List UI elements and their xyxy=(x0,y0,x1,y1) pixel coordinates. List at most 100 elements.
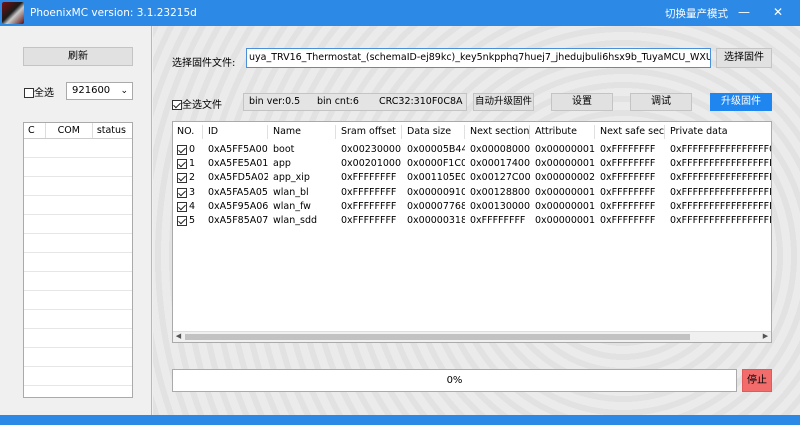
chevron-down-icon: ⌄ xyxy=(120,86,128,96)
select-all-files-checkbox[interactable] xyxy=(172,100,182,110)
select-all-files-label: 全选文件 xyxy=(182,100,222,111)
cell-no: 0 xyxy=(189,144,196,155)
cell-priv: 0xFFFFFFFFFFFFFFFFFFFF xyxy=(670,172,771,184)
firmware-section-table[interactable]: NO. ID Name Sram offset Data size Next s… xyxy=(172,121,772,343)
cell-safe: 0xFFFFFFFF xyxy=(600,186,656,198)
cell-no: 1 xyxy=(189,158,196,170)
cell-no: 4 xyxy=(189,200,196,212)
cell-safe: 0xFFFFFFFF xyxy=(600,144,656,155)
com-port-list[interactable]: C COM status xyxy=(23,122,133,398)
cell-safe: 0xFFFFFFFF xyxy=(600,172,656,184)
select-all-devices-checkbox[interactable] xyxy=(24,88,34,98)
select-firmware-button[interactable]: 选择固件 xyxy=(716,48,772,68)
col-attribute: Attribute xyxy=(530,125,595,139)
table-row[interactable]: 3 0xA5FA5A05 wlan_bl 0xFFFFFFFF 0x00000910 0x… xyxy=(173,186,771,200)
title-bar: PhoenixMC version: 3.1.23215d 切换量产模式 — ✕ xyxy=(0,0,800,26)
auto-upgrade-button[interactable]: 自动升级固件 xyxy=(473,93,534,111)
cell-priv: 0xFFFFFFFFFFFFFFFFFFFF xyxy=(670,215,771,226)
com-col-c: C xyxy=(24,123,46,138)
col-next-safe-sec: Next safe sec xyxy=(595,125,665,139)
window-title: PhoenixMC version: 3.1.23215d xyxy=(30,7,197,19)
col-sram-offset: Sram offset xyxy=(336,125,402,139)
com-list-grid xyxy=(24,139,132,397)
cell-id: 0xA5FA5A05 xyxy=(208,186,268,198)
settings-button[interactable]: 设置 xyxy=(551,93,613,111)
cell-id: 0xA5F95A06 xyxy=(208,200,268,212)
col-data-size: Data size xyxy=(402,125,465,139)
bin-crc: CRC32:310F0C8A xyxy=(379,96,463,107)
table-header: NO. ID Name Sram offset Data size Next s… xyxy=(173,125,771,139)
cell-next: 0x00130000 xyxy=(470,200,530,212)
com-col-com: COM xyxy=(46,123,93,138)
table-row[interactable]: 1 0xA5FE5A01 app 0x00201000 0x0000F1C0 0x0001… xyxy=(173,157,771,171)
cell-attr: 0x00000001 xyxy=(535,186,595,198)
minimize-icon[interactable]: — xyxy=(735,4,753,20)
select-all-devices-label: 全选 xyxy=(34,88,54,99)
scroll-left-icon[interactable]: ◀ xyxy=(173,331,184,342)
upgrade-progress-bar: 0% xyxy=(172,369,737,392)
close-icon[interactable]: ✕ xyxy=(769,4,787,20)
cell-sram: 0xFFFFFFFF xyxy=(341,172,397,184)
cell-name: wlan_fw xyxy=(273,200,311,212)
cell-size: 0x0000F1C0 xyxy=(407,158,465,170)
cell-safe: 0xFFFFFFFF xyxy=(600,200,656,212)
bin-count: bin cnt:6 xyxy=(317,96,359,107)
com-col-status: status xyxy=(96,125,127,136)
cell-size: 0x00000910 xyxy=(407,186,465,198)
cell-id: 0xA5F85A07 xyxy=(208,215,268,226)
cell-size: 0x001105E0 xyxy=(407,172,465,184)
cell-name: wlan_sdd xyxy=(273,215,318,226)
col-no: NO. xyxy=(173,125,203,139)
app-logo-icon xyxy=(2,2,24,24)
cell-next: 0x00128800 xyxy=(470,186,530,198)
cell-no: 3 xyxy=(189,186,196,198)
cell-attr: 0x00000001 xyxy=(535,215,595,226)
cell-attr: 0x00000001 xyxy=(535,158,595,170)
cell-name: wlan_bl xyxy=(273,186,309,198)
cell-size: 0x00000318 xyxy=(407,215,465,226)
select-all-devices[interactable]: 全选 xyxy=(24,84,54,99)
bin-info-box: bin ver:0.5 bin cnt:6 CRC32:310F0C8A xyxy=(243,93,467,111)
cell-sram: 0xFFFFFFFF xyxy=(341,215,397,226)
firmware-path-field[interactable]: uya_TRV16_Thermostat_(schemaID-ej89kc)_k… xyxy=(246,48,711,68)
cell-priv: 0xFFFFFFFFFFFFFFFF0190 xyxy=(670,144,771,155)
cell-id: 0xA5FD5A02 xyxy=(208,172,268,184)
cell-next: 0x00008000 xyxy=(470,144,530,155)
cell-no: 5 xyxy=(189,215,196,226)
table-row[interactable]: 4 0xA5F95A06 wlan_fw 0xFFFFFFFF 0x00007768 0x… xyxy=(173,200,771,214)
debug-button[interactable]: 调试 xyxy=(630,93,692,111)
cell-priv: 0xFFFFFFFFFFFFFFFFFFFF xyxy=(670,186,771,198)
cell-sram: 0x00230000 xyxy=(341,144,402,155)
cell-sram: 0xFFFFFFFF xyxy=(341,186,397,198)
cell-attr: 0x00000001 xyxy=(535,144,595,155)
select-all-files[interactable]: 全选文件 xyxy=(172,96,222,111)
col-private-data: Private data xyxy=(670,126,728,137)
baud-rate-select[interactable]: 921600 ⌄ xyxy=(66,82,133,100)
col-name: Name xyxy=(268,125,336,139)
table-row[interactable]: 0 0xA5FF5A00 boot 0x00230000 0x00005B44 0x000… xyxy=(173,143,771,157)
table-row[interactable]: 5 0xA5F85A07 wlan_sdd 0xFFFFFFFF 0x00000318 0… xyxy=(173,214,771,228)
com-list-header: C COM status xyxy=(24,123,132,139)
table-row[interactable]: 2 0xA5FD5A02 app_xip 0xFFFFFFFF 0x001105E0 0x… xyxy=(173,171,771,185)
horizontal-scrollbar[interactable]: ◀ ▶ xyxy=(173,331,771,342)
scrollbar-thumb[interactable] xyxy=(185,334,690,340)
cell-size: 0x00005B44 xyxy=(407,144,465,155)
upgrade-firmware-button[interactable]: 升级固件 xyxy=(710,93,772,111)
firmware-file-label: 选择固件文件: xyxy=(172,58,236,69)
baud-rate-value: 921600 xyxy=(72,85,111,96)
col-next-section: Next section xyxy=(465,125,530,139)
cell-name: app xyxy=(273,158,291,170)
cell-id: 0xA5FF5A00 xyxy=(208,144,268,155)
cell-attr: 0x00000002 xyxy=(535,172,595,184)
refresh-button[interactable]: 刷新 xyxy=(23,47,133,66)
cell-safe: 0xFFFFFFFF xyxy=(600,215,656,226)
scroll-right-icon[interactable]: ▶ xyxy=(760,331,771,342)
col-id: ID xyxy=(203,125,268,139)
cell-name: app_xip xyxy=(273,172,310,184)
bin-version: bin ver:0.5 xyxy=(249,96,301,107)
cell-attr: 0x00000001 xyxy=(535,200,595,212)
cell-next: 0x00127C00 xyxy=(470,172,530,184)
stop-button[interactable]: 停止 xyxy=(742,369,772,392)
cell-priv: 0xFFFFFFFFFFFFFFFFFFFF xyxy=(670,158,771,170)
mode-switch-button[interactable]: 切换量产模式 xyxy=(665,6,728,21)
